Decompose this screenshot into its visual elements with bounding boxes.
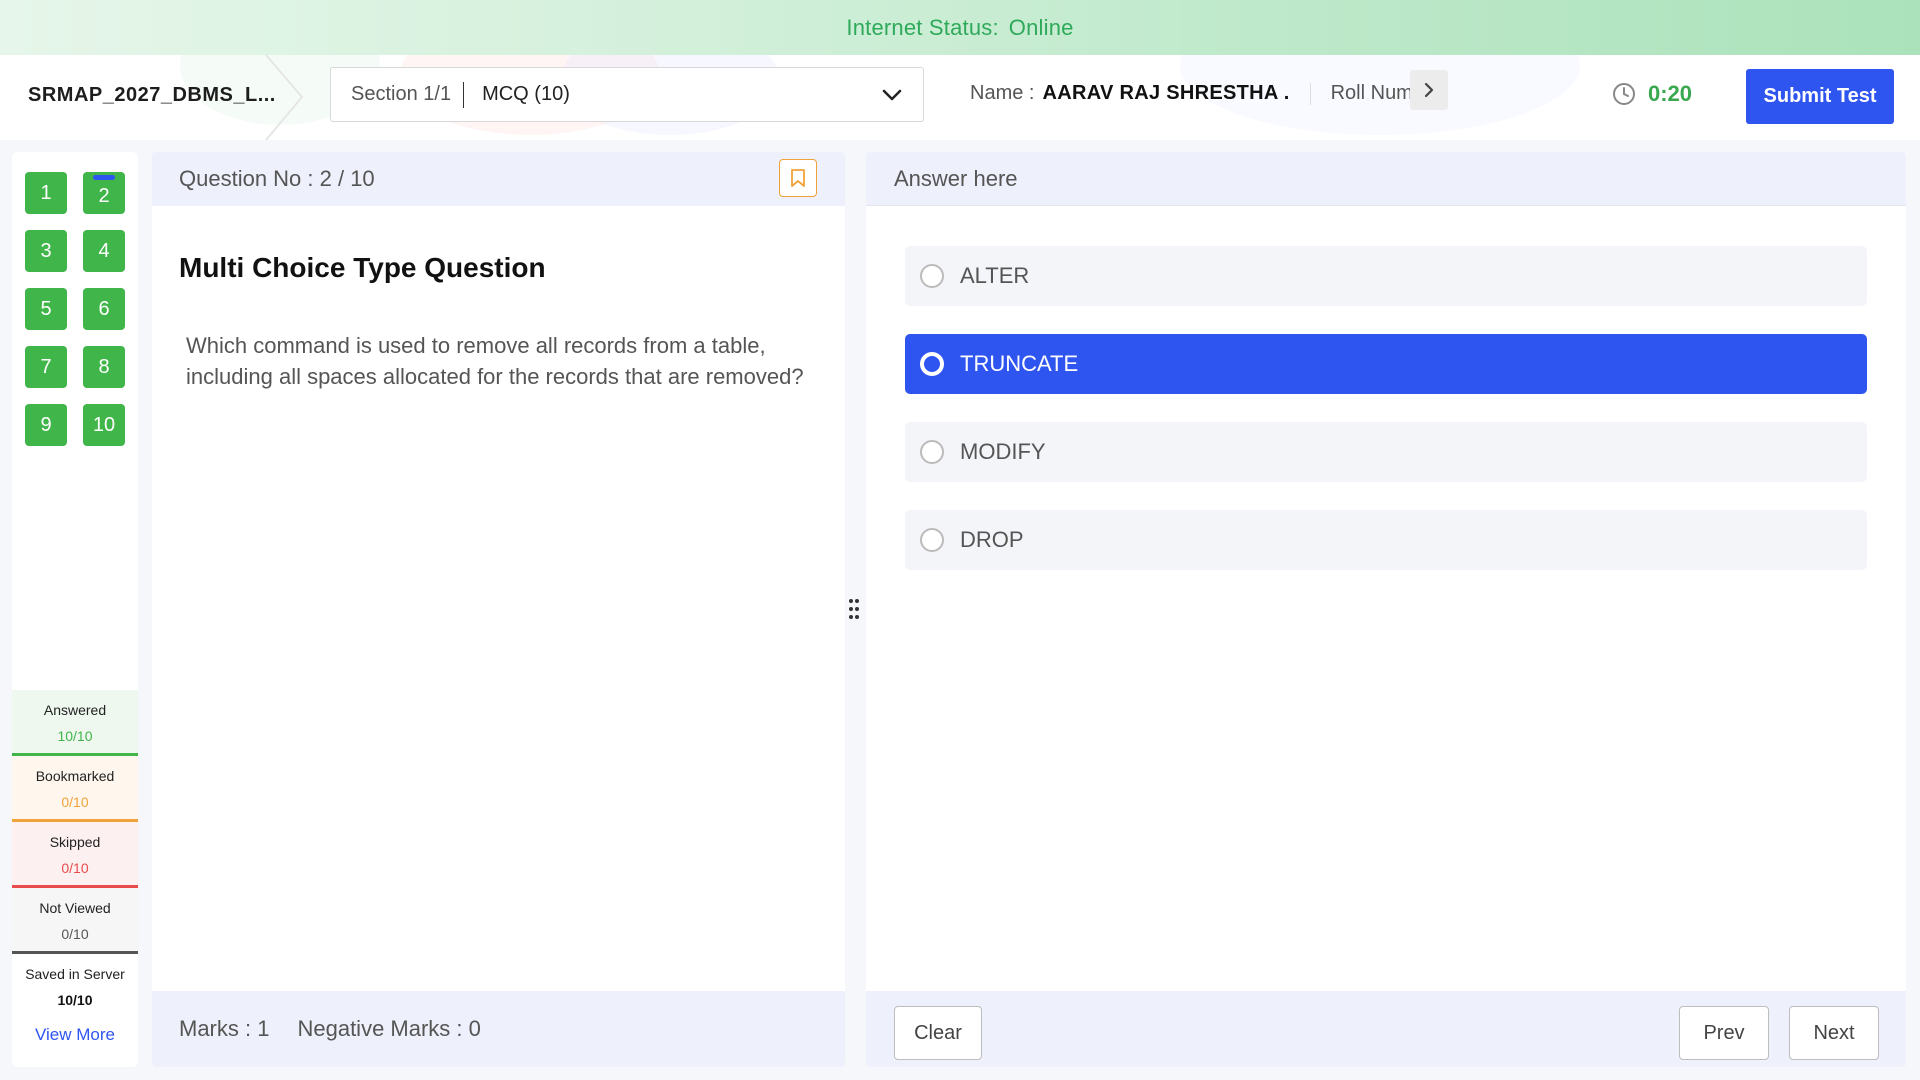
legend-label: Bookmarked xyxy=(35,768,115,784)
header: SRMAP_2027_DBMS_L... Section 1/1 MCQ (10… xyxy=(0,55,1920,140)
chevron-down-icon xyxy=(882,89,902,101)
question-button[interactable]: 5 xyxy=(25,288,67,330)
legend-count: 0/10 xyxy=(61,926,89,942)
test-name: SRMAP_2027_DBMS_L... xyxy=(28,84,276,106)
timer-value: 0:20 xyxy=(1648,81,1693,106)
prev-button[interactable]: Prev xyxy=(1679,1006,1769,1060)
question-button[interactable]: 7 xyxy=(25,346,67,388)
legend-label: Answered xyxy=(43,702,107,718)
option-label: DROP xyxy=(960,527,1024,552)
option-label: TRUNCATE xyxy=(960,351,1079,376)
question-footer: Marks : 1 Negative Marks : 0 xyxy=(152,991,845,1067)
legend-count: 10/10 xyxy=(57,728,93,744)
question-number: Question No : 2 / 10 xyxy=(179,166,375,191)
section-label: Section 1/1 xyxy=(351,83,452,105)
legend-label: Not Viewed xyxy=(39,900,111,916)
negative-marks-value: Negative Marks : 0 xyxy=(297,1016,481,1041)
question-button[interactable]: 10 xyxy=(83,404,125,446)
bookmark-button[interactable] xyxy=(779,159,817,197)
answer-panel: Answer here ALTER TRUNCATE MODIFY DROP C… xyxy=(866,152,1906,1067)
legend-not-viewed: Not Viewed 0/10 xyxy=(12,888,138,954)
option-truncate[interactable]: TRUNCATE xyxy=(905,334,1867,394)
clear-button[interactable]: Clear xyxy=(894,1006,982,1060)
marks-value: Marks : 1 xyxy=(179,1016,270,1041)
legend-bookmarked: Bookmarked 0/10 xyxy=(12,756,138,822)
question-button[interactable]: 4 xyxy=(83,230,125,272)
section-separator xyxy=(463,81,465,108)
answer-header-label: Answer here xyxy=(894,165,1018,191)
legend-label: Saved in Server xyxy=(25,966,125,982)
view-more-link[interactable]: View More xyxy=(12,1025,138,1045)
option-alter[interactable]: ALTER xyxy=(905,246,1867,306)
question-button[interactable]: 6 xyxy=(83,288,125,330)
radio-button[interactable] xyxy=(920,528,944,552)
radio-button-selected[interactable] xyxy=(920,352,944,376)
candidate-name: AARAV RAJ SHRESTHA . xyxy=(1042,82,1290,104)
drag-handle-icon[interactable] xyxy=(848,598,860,620)
timer: 0:20 xyxy=(1612,81,1692,107)
legend-skipped: Skipped 0/10 xyxy=(12,822,138,888)
question-header: Question No : 2 / 10 xyxy=(152,152,845,206)
question-type-title: Multi Choice Type Question xyxy=(179,252,546,283)
answer-footer: Clear Prev Next xyxy=(866,991,1906,1067)
question-button[interactable]: 8 xyxy=(83,346,125,388)
breadcrumb-divider xyxy=(265,55,304,140)
option-modify[interactable]: MODIFY xyxy=(905,422,1867,482)
legend-count: 0/10 xyxy=(61,860,89,876)
internet-status-label: Internet Status: xyxy=(846,14,999,40)
option-drop[interactable]: DROP xyxy=(905,510,1867,570)
option-label: MODIFY xyxy=(960,439,1046,464)
legend-answered: Answered 10/10 xyxy=(12,690,138,756)
question-button[interactable]: 3 xyxy=(25,230,67,272)
next-button[interactable]: Next xyxy=(1789,1006,1879,1060)
question-palette: 1 2 3 4 5 6 7 8 9 10 Answered 10/10 Book… xyxy=(12,152,138,1067)
question-button[interactable]: 9 xyxy=(25,404,67,446)
radio-button[interactable] xyxy=(920,264,944,288)
answer-header: Answer here xyxy=(866,152,1906,206)
legend-count: 0/10 xyxy=(61,794,89,810)
section-selected-value: MCQ (10) xyxy=(482,83,570,105)
clock-icon xyxy=(1613,83,1635,105)
info-separator xyxy=(1309,82,1311,105)
legend-label: Skipped xyxy=(49,834,101,850)
name-label: Name : xyxy=(970,82,1035,104)
bookmark-icon xyxy=(791,169,805,187)
option-label: ALTER xyxy=(960,263,1030,288)
question-button[interactable]: 1 xyxy=(25,172,67,214)
legend-count: 10/10 xyxy=(57,992,93,1008)
candidate-info: Name : AARAV RAJ SHRESTHA . Roll Number xyxy=(970,82,1439,105)
submit-test-button[interactable]: Submit Test xyxy=(1746,69,1894,124)
radio-button[interactable] xyxy=(920,440,944,464)
question-panel: Question No : 2 / 10 Multi Choice Type Q… xyxy=(152,152,845,1067)
chevron-right-icon xyxy=(1424,82,1434,98)
question-text: Which command is used to remove all reco… xyxy=(186,333,804,389)
question-button-current[interactable]: 2 xyxy=(83,172,125,214)
current-question-indicator xyxy=(93,175,115,180)
scroll-right-button[interactable] xyxy=(1410,70,1448,110)
legend-saved-in-server: Saved in Server 10/10 xyxy=(12,954,138,1020)
internet-status-bar: Internet Status: Online xyxy=(0,0,1920,55)
section-dropdown[interactable]: Section 1/1 MCQ (10) xyxy=(330,67,924,122)
internet-status-value: Online xyxy=(1008,14,1074,40)
